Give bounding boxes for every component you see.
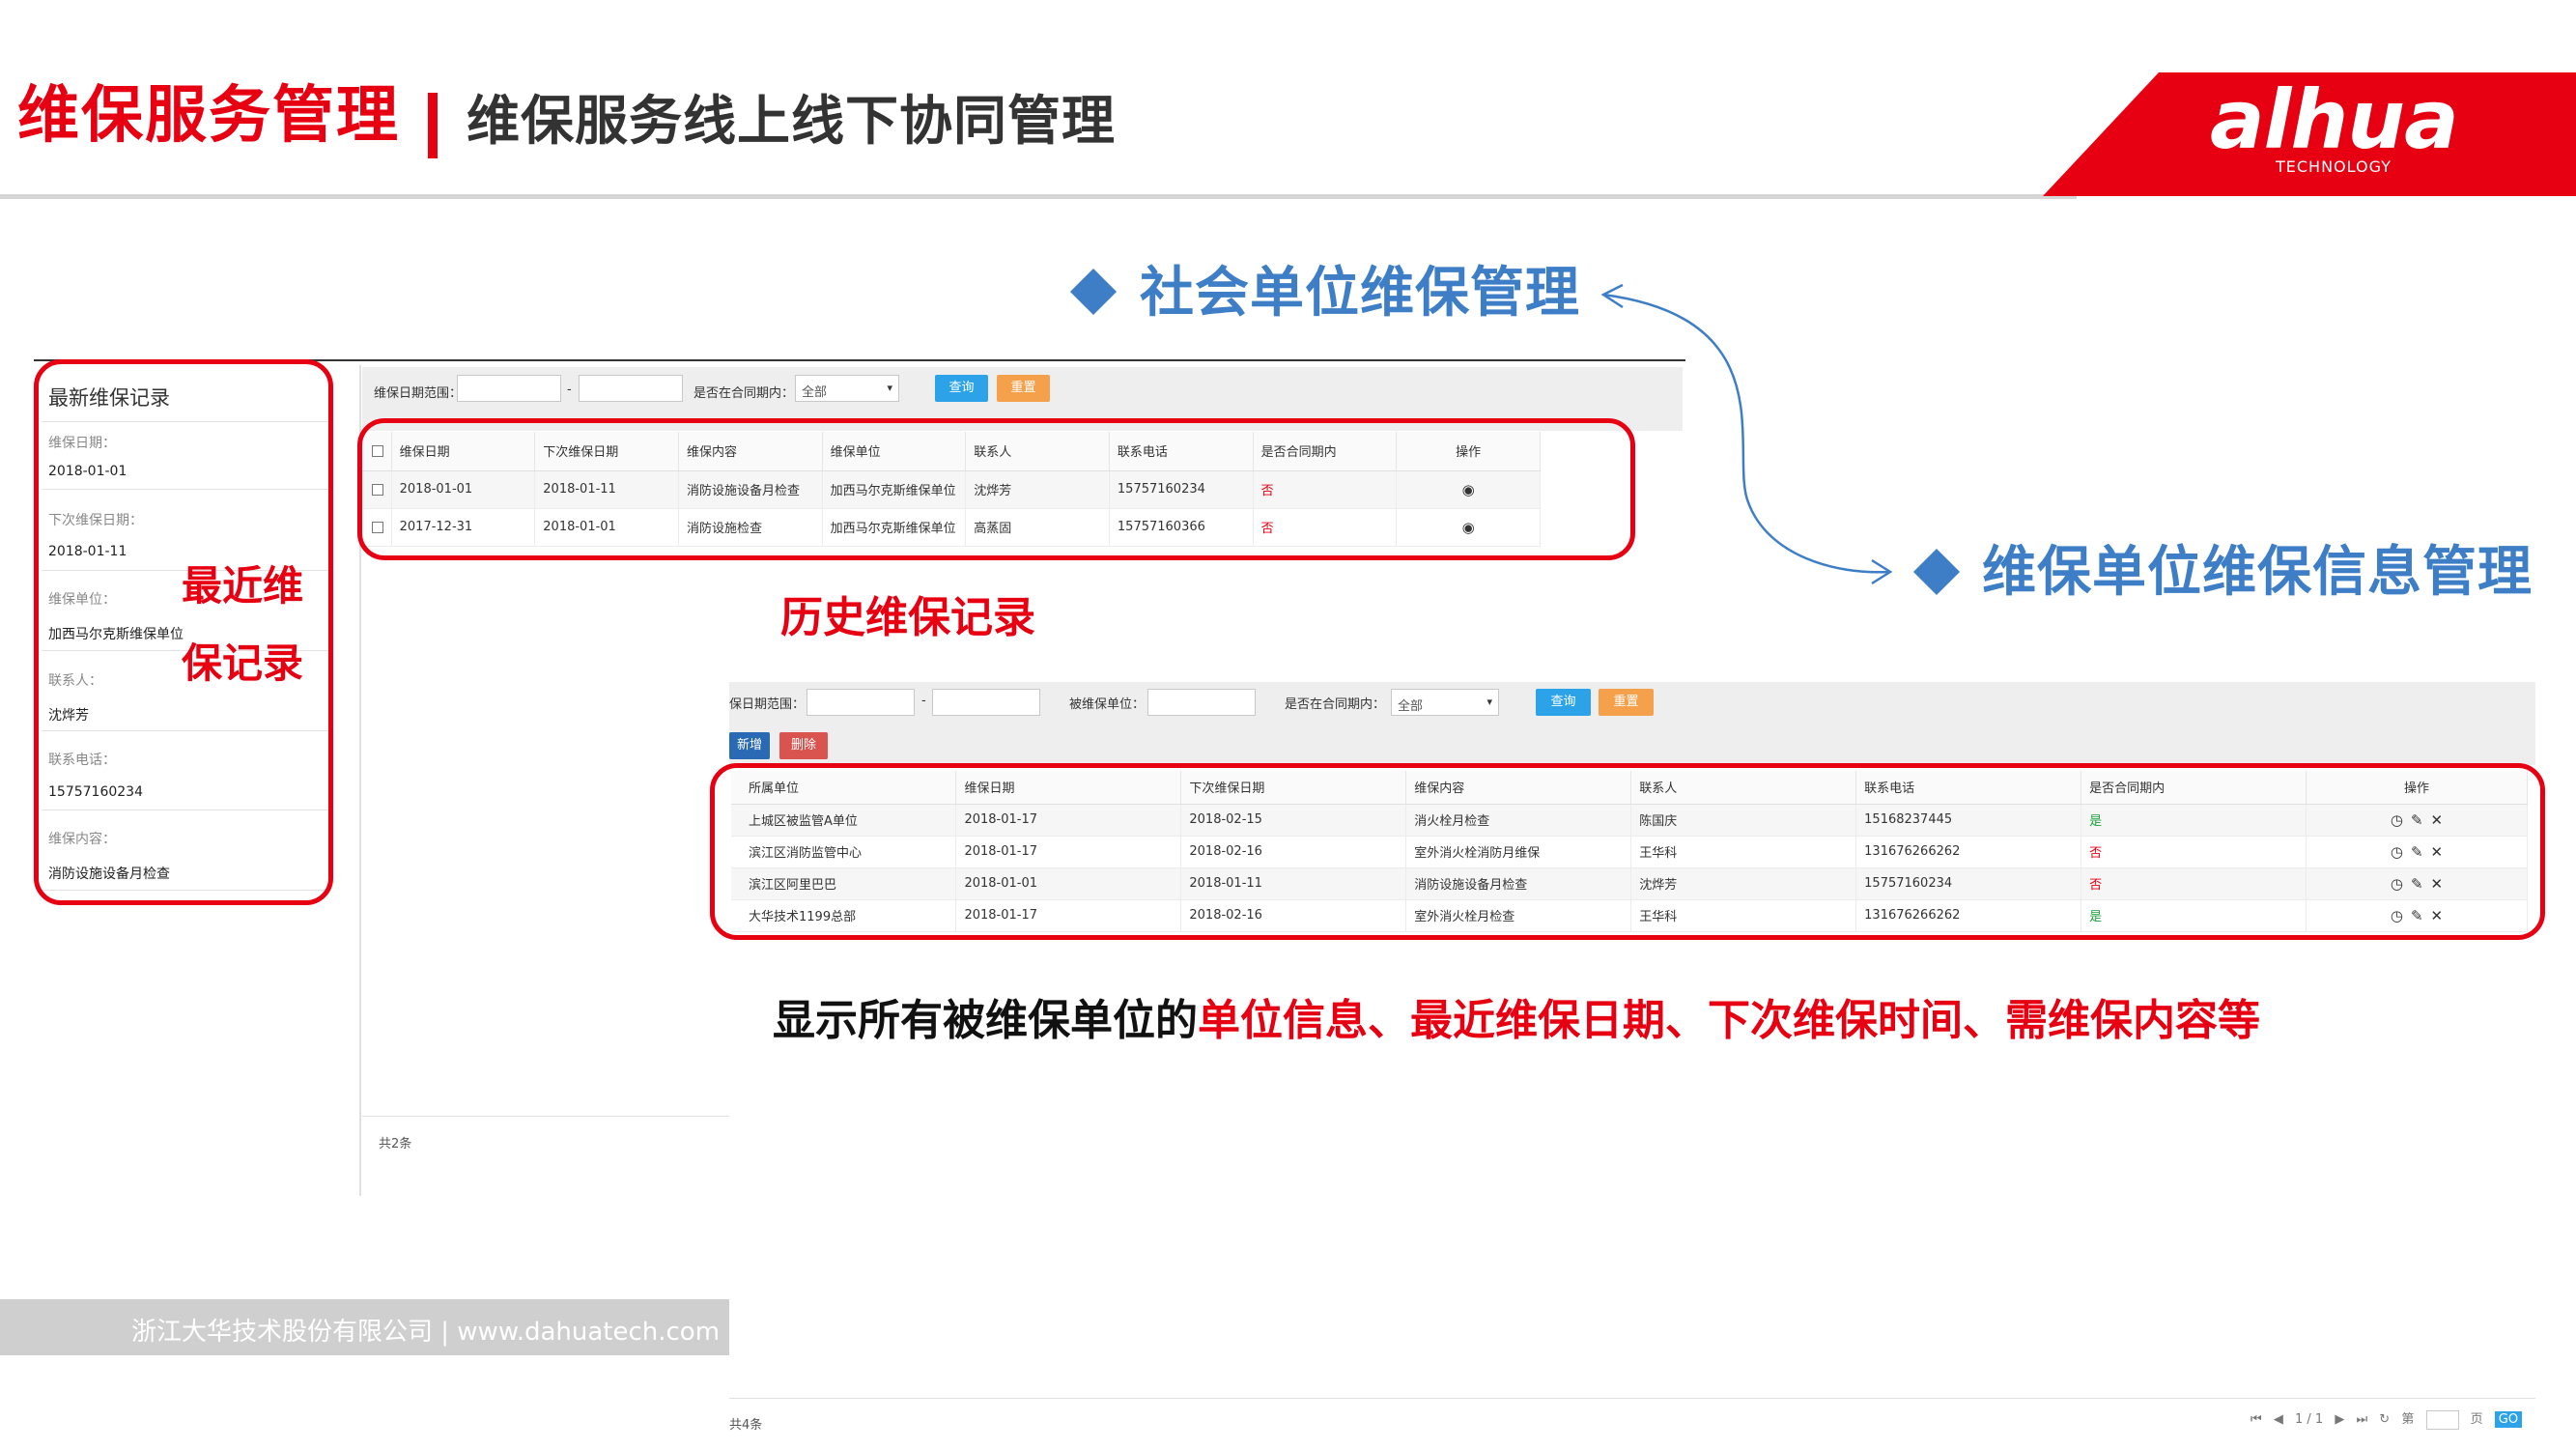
- chevron-down-icon: ▾: [887, 382, 892, 394]
- highlight-latest-record: [34, 359, 333, 905]
- last-page-icon[interactable]: ⏭: [2356, 1412, 2367, 1427]
- contract-select[interactable]: 全部 ▾: [1391, 689, 1499, 716]
- grid-footer-line: [729, 1398, 2535, 1399]
- unit-label: 被维保单位：: [1069, 697, 1146, 712]
- query-button[interactable]: 查询: [1536, 689, 1591, 716]
- highlight-history-table: [357, 418, 1635, 560]
- go-button[interactable]: GO: [2494, 1411, 2523, 1428]
- date-range-label: 维保日期范围：: [374, 386, 463, 401]
- unit-input[interactable]: [1147, 689, 1256, 716]
- contract-label: 是否在合同期内：: [694, 386, 795, 401]
- reset-button[interactable]: 重置: [997, 375, 1050, 402]
- annotation-latest-line2: 保记录: [182, 639, 304, 687]
- description-highlight: 单位信息、最近维保日期、下次维保时间、需维保内容等: [1198, 996, 2260, 1045]
- grid-footer-line: [362, 1116, 729, 1117]
- query-button[interactable]: 查询: [935, 375, 988, 402]
- delete-button[interactable]: 删除: [779, 732, 828, 759]
- feature-description: 显示所有被维保单位的单位信息、最近维保日期、下次维保时间、需维保内容等: [773, 1000, 2260, 1042]
- date-dash: -: [921, 694, 926, 708]
- page-number-input[interactable]: [2425, 1409, 2459, 1430]
- pagination: ⏮ ◀ 1 / 1 ▶ ⏭ ↻ 第 页 GO: [2250, 1408, 2530, 1430]
- next-page-icon[interactable]: ▶: [2335, 1412, 2344, 1427]
- chevron-down-icon: ▾: [1486, 696, 1492, 708]
- description-prefix: 显示所有被维保单位的: [773, 996, 1198, 1045]
- first-page-icon[interactable]: ⏮: [2250, 1412, 2262, 1427]
- contract-select-value: 全部: [1398, 699, 1424, 714]
- maint-action-bar: 新增 删除: [729, 724, 2535, 765]
- annotation-latest-line1: 最近维: [182, 562, 304, 610]
- history-total: 共2条: [379, 1137, 412, 1151]
- prev-page-icon[interactable]: ◀: [2274, 1412, 2283, 1427]
- page-indicator: 1 / 1: [2294, 1412, 2324, 1427]
- date-dash: -: [567, 383, 572, 397]
- page-label: 第: [2401, 1412, 2415, 1427]
- refresh-icon[interactable]: ↻: [2379, 1412, 2390, 1427]
- maint-filter-bar: 保日期范围： - 被维保单位： 是否在合同期内： 全部 ▾ 查询 重置: [729, 682, 2535, 724]
- start-date-input[interactable]: [457, 375, 561, 402]
- highlight-maint-table: [710, 763, 2545, 940]
- date-range-label: 保日期范围：: [729, 697, 806, 712]
- page-unit: 页: [2470, 1412, 2483, 1427]
- annotation-history: 历史维保记录: [780, 593, 1035, 642]
- contract-select[interactable]: 全部 ▾: [795, 375, 899, 402]
- end-date-input[interactable]: [932, 689, 1040, 716]
- maint-total: 共4条: [729, 1418, 763, 1433]
- start-date-input[interactable]: [807, 689, 915, 716]
- contract-select-value: 全部: [802, 385, 828, 400]
- contract-label: 是否在合同期内：: [1285, 697, 1386, 712]
- footer-company: 浙江大华技术股份有限公司 | www.dahuatech.com: [131, 1318, 721, 1347]
- end-date-input[interactable]: [579, 375, 683, 402]
- add-button[interactable]: 新增: [729, 732, 770, 759]
- reset-button[interactable]: 重置: [1599, 689, 1654, 716]
